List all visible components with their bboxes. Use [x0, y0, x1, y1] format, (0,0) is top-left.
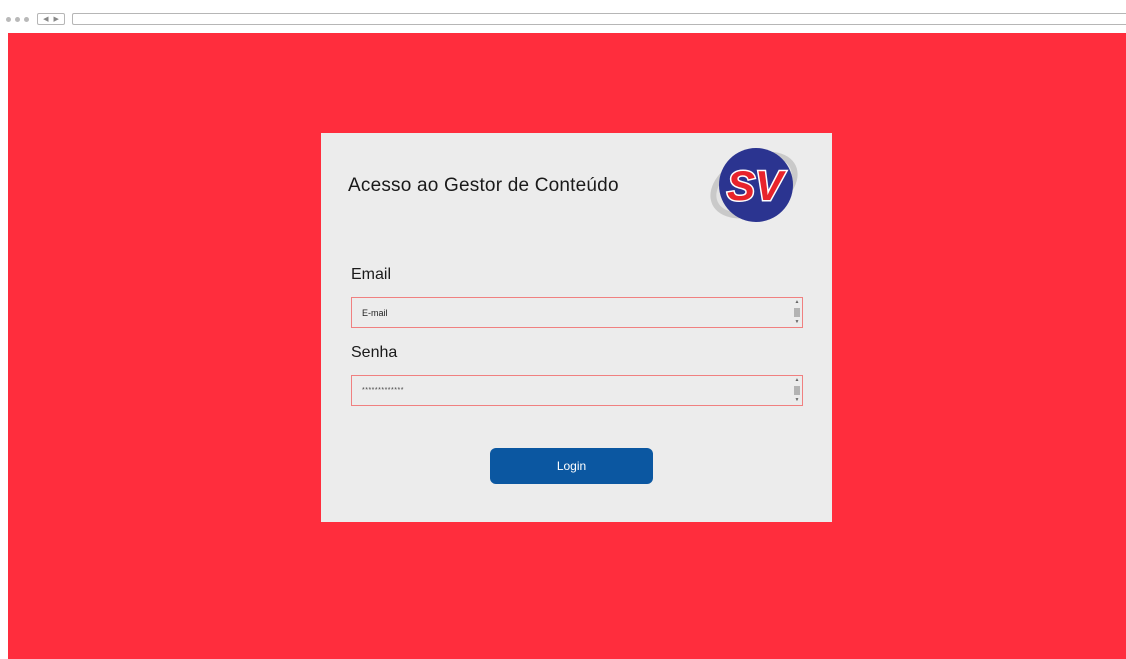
- login-card: Acesso ao Gestor de Conteúdo SV Email E-…: [321, 133, 832, 522]
- scroll-down-icon[interactable]: ▼: [795, 398, 800, 403]
- forward-arrow-icon[interactable]: ▶: [54, 16, 59, 23]
- browser-chrome: ◀ ▶: [0, 0, 1126, 33]
- window-controls[interactable]: [6, 16, 29, 22]
- window-dot-icon[interactable]: [15, 16, 20, 22]
- browser-toolbar: ◀ ▶: [0, 10, 1126, 28]
- page-background: Acesso ao Gestor de Conteúdo SV Email E-…: [8, 33, 1126, 659]
- email-field-scrollbar[interactable]: ▲ ▼: [793, 298, 801, 327]
- scroll-up-icon[interactable]: ▲: [795, 300, 800, 305]
- password-field[interactable]: ************* ▲ ▼: [351, 375, 803, 406]
- scroll-up-icon[interactable]: ▲: [795, 378, 800, 383]
- password-field-value[interactable]: *************: [362, 387, 793, 394]
- logo-text: SV: [727, 162, 786, 209]
- address-bar[interactable]: [72, 13, 1126, 25]
- password-label: Senha: [351, 344, 398, 361]
- password-field-scrollbar[interactable]: ▲ ▼: [793, 376, 801, 405]
- page-title: Acesso ao Gestor de Conteúdo: [348, 175, 619, 196]
- back-arrow-icon[interactable]: ◀: [43, 16, 48, 23]
- email-field-value[interactable]: E-mail: [362, 308, 793, 318]
- window-dot-icon[interactable]: [6, 16, 11, 22]
- login-button[interactable]: Login: [490, 448, 653, 484]
- email-label: Email: [351, 266, 392, 283]
- window-dot-icon[interactable]: [24, 16, 29, 22]
- email-field[interactable]: E-mail ▲ ▼: [351, 297, 803, 328]
- scroll-thumb[interactable]: [794, 308, 800, 317]
- sv-logo: SV: [710, 148, 798, 222]
- scroll-thumb[interactable]: [794, 386, 800, 395]
- scroll-down-icon[interactable]: ▼: [795, 320, 800, 325]
- nav-buttons[interactable]: ◀ ▶: [37, 13, 65, 25]
